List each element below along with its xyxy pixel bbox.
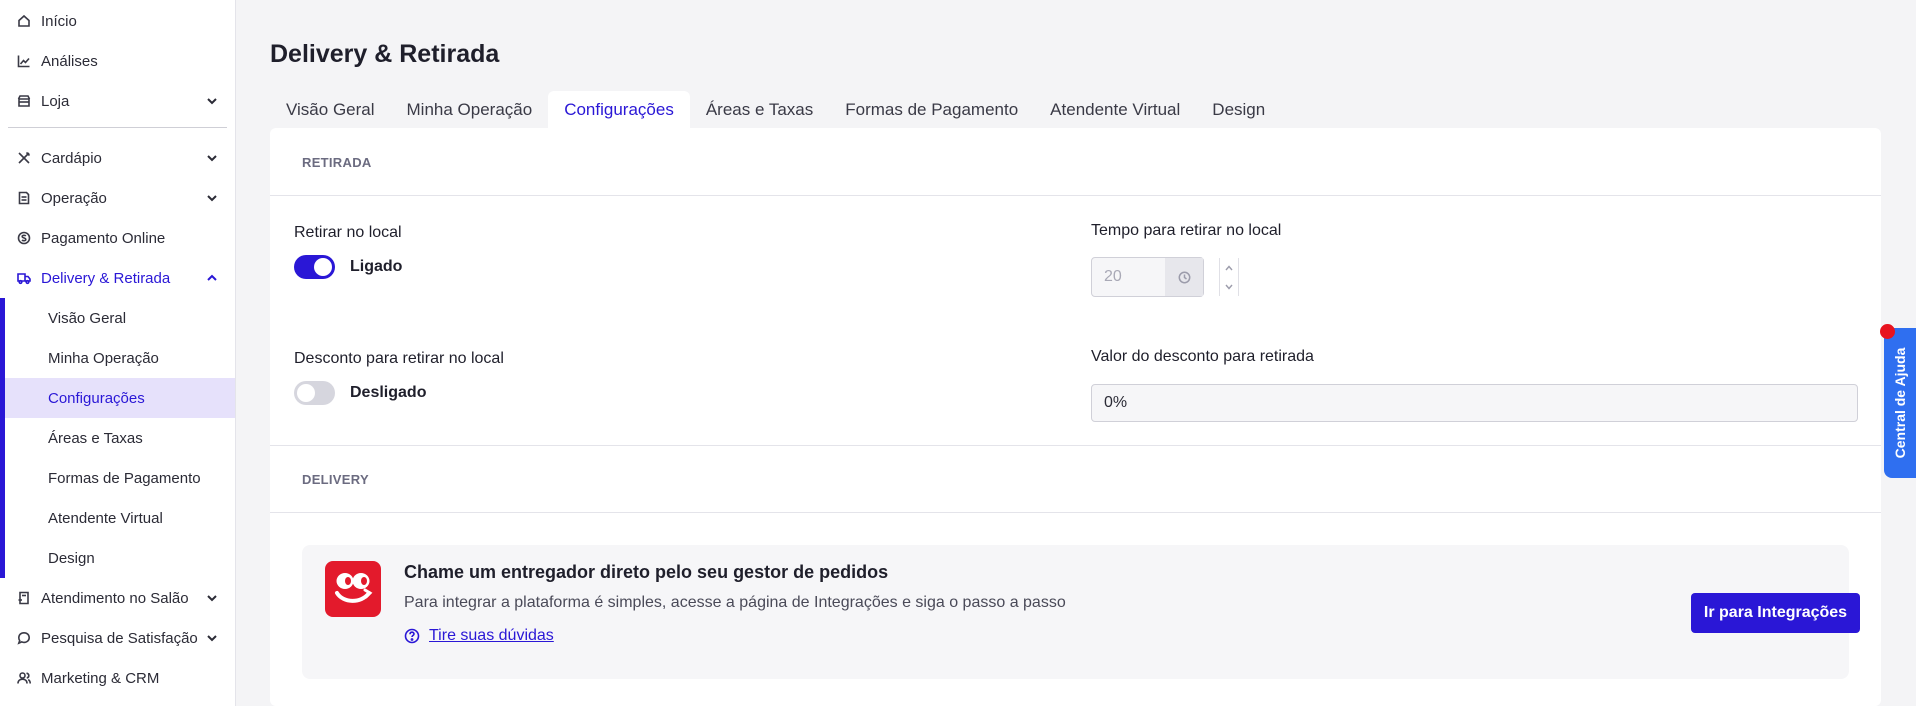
tab-bar: Visão Geral Minha Operação Configurações… (270, 91, 1281, 129)
sidebar: Início Análises Loja Cardápio Operação P… (0, 0, 236, 706)
help-center-label: Central de Ajuda (1892, 347, 1908, 459)
sidebar-item-marketing-crm[interactable]: Marketing & CRM (0, 658, 235, 698)
page-title: Delivery & Retirada (270, 40, 500, 68)
sidebar-subitem-areas-taxas[interactable]: Áreas e Taxas (5, 418, 235, 458)
sidebar-subitem-minha-operacao[interactable]: Minha Operação (5, 338, 235, 378)
pickup-time-value[interactable]: 20 (1092, 258, 1165, 296)
section-label-delivery: DELIVERY (302, 472, 369, 487)
toggle-knob (297, 384, 315, 402)
discount-value-label: Valor do desconto para retirada (1091, 348, 1314, 365)
clock-icon (1165, 258, 1203, 296)
sidebar-item-label: Atendimento no Salão (41, 589, 189, 607)
sidebar-item-label: Análises (41, 52, 98, 70)
section-divider (270, 195, 1881, 196)
chevron-up-icon (1225, 264, 1233, 270)
clipboard-icon (17, 191, 31, 205)
tab-configuracoes[interactable]: Configurações (548, 91, 690, 129)
section-divider (270, 512, 1881, 513)
users-icon (17, 671, 31, 685)
help-center-tab[interactable]: Central de Ajuda (1884, 328, 1916, 478)
sidebar-item-pagamento-online[interactable]: Pagamento Online (0, 218, 235, 258)
dollar-circle-icon (17, 231, 31, 245)
store-icon (17, 94, 31, 108)
integration-banner: Chame um entregador direto pelo seu gest… (302, 545, 1860, 679)
utensils-icon (17, 151, 31, 165)
chevron-down-icon (205, 191, 219, 205)
tab-minha-operacao[interactable]: Minha Operação (391, 91, 549, 129)
tab-atendente-virtual[interactable]: Atendente Virtual (1034, 91, 1196, 129)
sidebar-item-label: Delivery & Retirada (41, 269, 171, 287)
sidebar-divider (8, 127, 227, 128)
sidebar-item-label: Operação (41, 189, 107, 207)
chat-bubble-icon (17, 631, 31, 645)
section-label-retirada: RETIRADA (302, 155, 372, 170)
tab-formas-pagamento[interactable]: Formas de Pagamento (829, 91, 1034, 129)
pickup-discount-state: Desligado (350, 384, 427, 401)
sidebar-item-label: Marketing & CRM (41, 669, 160, 687)
home-icon (17, 14, 31, 28)
pickup-discount-label: Desconto para retirar no local (294, 350, 504, 367)
sidebar-item-label: Cardápio (41, 149, 102, 167)
chevron-down-icon (205, 94, 219, 108)
chart-line-icon (17, 54, 31, 68)
banner-title: Chame um entregador direto pelo seu gest… (404, 562, 889, 582)
sidebar-item-cardapio[interactable]: Cardápio (0, 138, 235, 178)
pickup-local-toggle[interactable] (294, 255, 335, 279)
stepper-up-button[interactable] (1220, 258, 1238, 277)
delivery-icon (17, 271, 31, 285)
banner-description: Para integrar a plataforma é simples, ac… (404, 594, 1066, 611)
chevron-up-icon (205, 271, 219, 285)
sidebar-item-inicio[interactable]: Início (0, 1, 235, 41)
tab-design[interactable]: Design (1196, 91, 1281, 129)
pickup-discount-toggle[interactable] (294, 381, 335, 405)
sidebar-item-delivery-retirada[interactable]: Delivery & Retirada (0, 258, 235, 298)
table-service-icon (17, 591, 31, 605)
sidebar-item-operacao[interactable]: Operação (0, 178, 235, 218)
discount-value-input[interactable]: 0% (1091, 384, 1858, 422)
partner-logo-icon (325, 561, 381, 617)
chevron-down-icon (205, 631, 219, 645)
sidebar-item-pesquisa-satisfacao[interactable]: Pesquisa de Satisfação (0, 618, 235, 658)
question-circle-icon (404, 628, 420, 644)
sidebar-item-label: Pesquisa de Satisfação (41, 629, 198, 647)
sidebar-subitem-configuracoes[interactable]: Configurações (5, 378, 235, 418)
sidebar-subitem-formas-pagamento[interactable]: Formas de Pagamento (5, 458, 235, 498)
pickup-time-field[interactable]: 20 (1091, 257, 1240, 297)
chevron-down-icon (1225, 284, 1233, 290)
sidebar-item-label: Início (41, 12, 77, 30)
section-divider (270, 445, 1881, 446)
help-link-label: Tire suas dúvidas (429, 627, 554, 644)
stepper-buttons (1219, 258, 1240, 296)
pickup-local-label: Retirar no local (294, 224, 402, 241)
sidebar-subitem-design[interactable]: Design (5, 538, 235, 578)
pickup-time-label: Tempo para retirar no local (1091, 222, 1282, 239)
sidebar-item-atendimento-salao[interactable]: Atendimento no Salão (0, 578, 235, 618)
go-to-integrations-button[interactable]: Ir para Integrações (1691, 593, 1860, 633)
sidebar-submenu-delivery: Visão Geral Minha Operação Configurações… (0, 298, 235, 578)
sidebar-subitem-atendente-virtual[interactable]: Atendente Virtual (5, 498, 235, 538)
stepper-down-button[interactable] (1220, 277, 1238, 296)
settings-card: RETIRADA Retirar no local Ligado Tempo p… (270, 128, 1881, 706)
sidebar-item-label: Pagamento Online (41, 229, 166, 247)
sidebar-item-analises[interactable]: Análises (0, 41, 235, 81)
notification-dot (1880, 324, 1895, 339)
sidebar-item-loja[interactable]: Loja (0, 81, 235, 121)
tab-areas-taxas[interactable]: Áreas e Taxas (690, 91, 829, 129)
sidebar-item-label: Loja (41, 92, 70, 110)
sidebar-subitem-visao-geral[interactable]: Visão Geral (5, 298, 235, 338)
tab-visao-geral[interactable]: Visão Geral (270, 91, 391, 129)
chevron-down-icon (205, 151, 219, 165)
pickup-local-state: Ligado (350, 258, 403, 275)
toggle-knob (314, 258, 332, 276)
help-link[interactable]: Tire suas dúvidas (404, 627, 554, 645)
chevron-down-icon (205, 591, 219, 605)
